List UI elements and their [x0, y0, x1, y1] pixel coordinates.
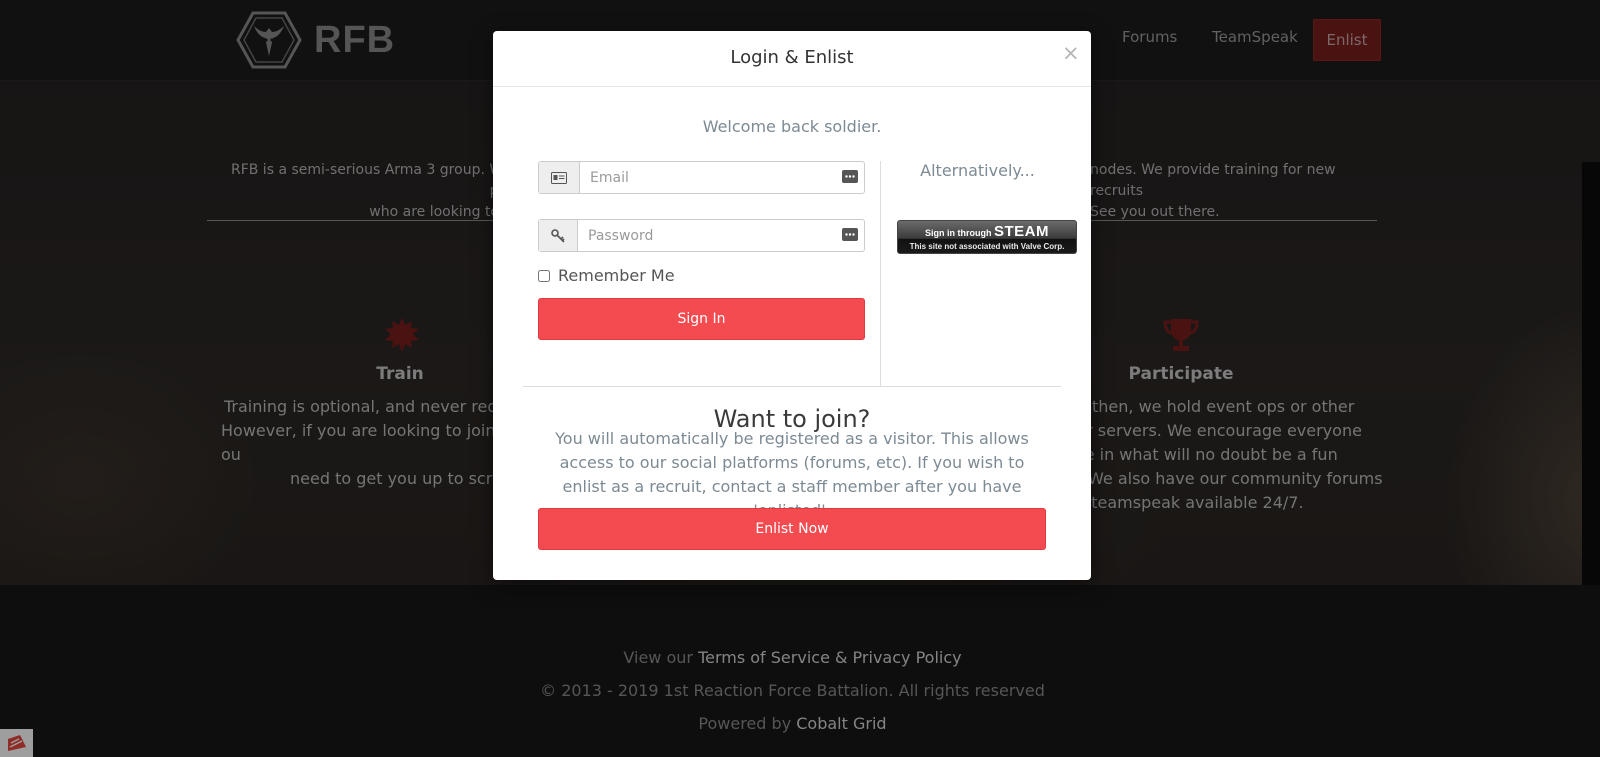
password-input[interactable] — [578, 220, 835, 251]
steam-heading: Sign in through STEAM — [898, 223, 1076, 240]
email-input[interactable] — [580, 162, 835, 193]
sign-in-button[interactable]: Sign In — [538, 298, 865, 340]
login-enlist-modal: Login & Enlist × Welcome back soldier. E… — [493, 31, 1091, 580]
vertical-divider — [880, 161, 881, 387]
steam-word: STEAM — [994, 223, 1049, 240]
modal-header: Login & Enlist × — [493, 31, 1091, 87]
steam-sign-in-button[interactable]: Sign in through STEAM This site not asso… — [897, 220, 1077, 254]
modal-title: Login & Enlist — [730, 47, 854, 68]
enlist-now-button[interactable]: Enlist Now — [538, 508, 1046, 550]
alternatively-text: Alternatively... — [920, 161, 1035, 180]
key-glyph — [551, 228, 565, 243]
steam-disclaimer: This site not associated with Valve Corp… — [909, 242, 1065, 251]
close-icon[interactable]: × — [1062, 43, 1080, 64]
field-menu-icon[interactable] — [842, 228, 858, 241]
steam-prefix: Sign in through — [924, 228, 992, 238]
field-menu-icon[interactable] — [842, 170, 858, 183]
remember-me-checkbox[interactable] — [538, 269, 550, 282]
id-card-icon — [539, 162, 580, 193]
password-input-group — [538, 219, 865, 252]
id-card-glyph — [551, 171, 567, 184]
welcome-text: Welcome back soldier. — [702, 117, 882, 136]
remember-me-label: Remember Me — [558, 266, 675, 285]
horizontal-divider — [523, 386, 1061, 387]
remember-me[interactable]: Remember Me — [538, 266, 675, 285]
key-icon — [539, 220, 578, 251]
email-input-group — [538, 161, 865, 194]
